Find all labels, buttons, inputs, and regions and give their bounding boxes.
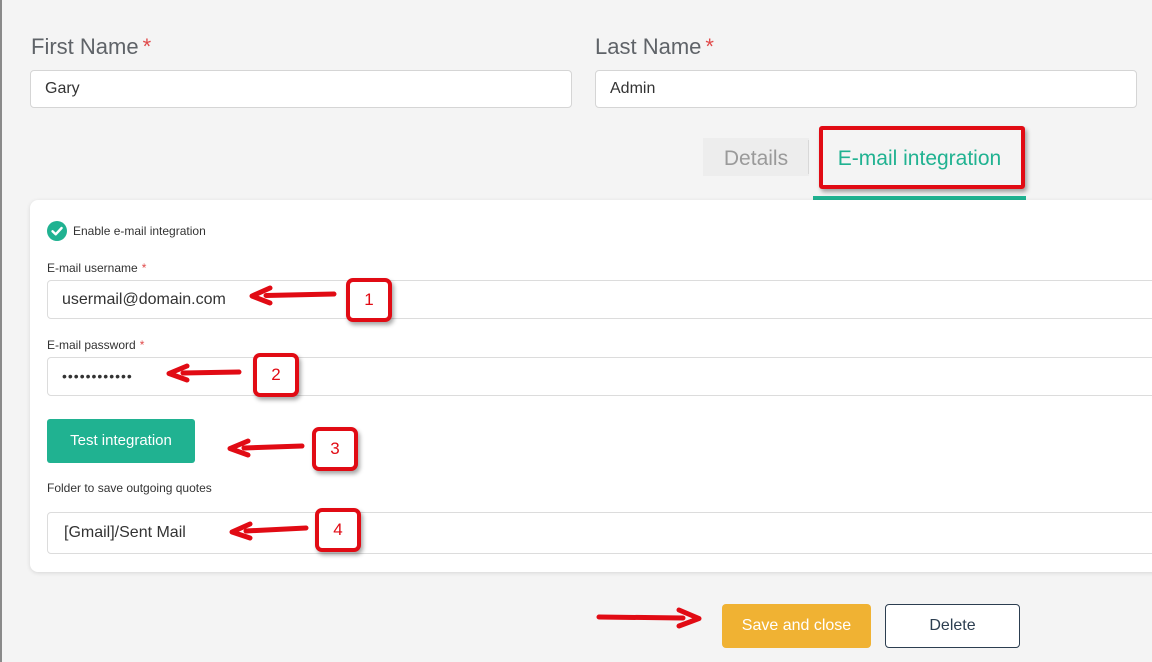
save-and-close-button[interactable]: Save and close	[722, 604, 871, 648]
annotation-callout: 1	[346, 278, 392, 322]
tab-highlight-annotation	[819, 126, 1025, 189]
outgoing-folder-select[interactable]: [Gmail]/Sent Mail	[47, 512, 1152, 554]
annotation-callout: 2	[253, 353, 299, 397]
tab-details[interactable]: Details	[703, 138, 809, 176]
window-left-border	[0, 0, 2, 662]
first-name-label-text: First Name	[31, 34, 139, 59]
annotation-arrow-left-icon	[229, 521, 309, 541]
required-marker: *	[139, 338, 145, 352]
test-integration-button[interactable]: Test integration	[47, 419, 195, 463]
email-username-label: E-mail username *	[47, 261, 146, 275]
enable-checkbox-checked-icon[interactable]	[47, 221, 67, 241]
annotation-arrow-left-icon	[227, 438, 305, 458]
last-name-label: Last Name *	[595, 34, 714, 60]
folder-label: Folder to save outgoing quotes	[47, 481, 212, 495]
annotation-arrow-left-icon	[249, 285, 337, 306]
required-marker: *	[142, 34, 152, 59]
enable-email-integration-label: Enable e-mail integration	[73, 224, 206, 238]
annotation-arrow-right-icon	[596, 607, 702, 629]
annotation-callout: 4	[315, 508, 361, 552]
email-password-label-text: E-mail password	[47, 338, 136, 352]
last-name-input[interactable]: Admin	[595, 70, 1137, 108]
first-name-input[interactable]: Gary	[30, 70, 572, 108]
annotation-callout: 3	[312, 427, 358, 471]
delete-button[interactable]: Delete	[885, 604, 1020, 648]
required-marker: *	[705, 34, 714, 59]
first-name-label: First Name *	[31, 34, 151, 60]
annotation-arrow-left-icon	[166, 363, 242, 383]
last-name-label-text: Last Name	[595, 34, 702, 59]
tab-divider	[808, 140, 809, 174]
email-password-label: E-mail password *	[47, 338, 144, 352]
email-username-label-text: E-mail username	[47, 261, 138, 275]
required-marker: *	[141, 261, 147, 275]
email-username-input[interactable]: usermail@domain.com	[47, 280, 1152, 319]
